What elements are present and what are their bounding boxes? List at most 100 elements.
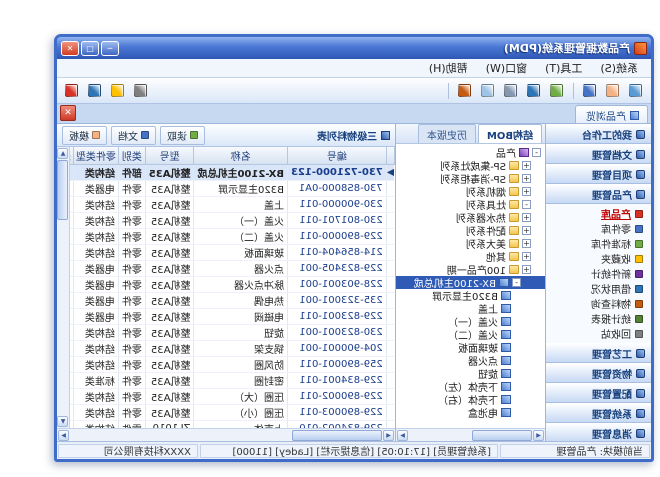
- list-button-1[interactable]: 文档: [111, 126, 156, 145]
- table-vscroll-thumb[interactable]: [58, 160, 69, 220]
- exit-button[interactable]: [62, 81, 82, 101]
- nav-group-4[interactable]: 工艺管理: [546, 343, 651, 363]
- help-button[interactable]: [85, 81, 105, 101]
- column-header-name[interactable]: 名称: [194, 147, 288, 164]
- tree-tab-0[interactable]: 结构BOM: [478, 124, 542, 143]
- table-row[interactable]: 204-900001-001锅支架整机A35零件结构类外购件个: [70, 340, 395, 356]
- expander-minus-icon[interactable]: -: [522, 200, 531, 209]
- print-button[interactable]: [501, 81, 521, 101]
- tree-node-7[interactable]: +美大系列: [396, 237, 545, 250]
- nav-item-3-8[interactable]: 回收站: [546, 326, 651, 341]
- nav-item-3-6[interactable]: 物料查询: [546, 296, 651, 311]
- scroll-left-icon[interactable]: ◀: [383, 430, 394, 441]
- expander-plus-icon[interactable]: +: [522, 265, 531, 274]
- table-row[interactable]: 730-8S8000-0A1B320主显示屏整机A35零件电器类外购件个: [70, 180, 395, 196]
- nav-group-1[interactable]: 文档管理: [546, 144, 651, 164]
- tree-tab-1[interactable]: 历史版本: [418, 124, 476, 143]
- new-button[interactable]: [626, 81, 646, 101]
- search-button[interactable]: [524, 81, 544, 101]
- table-row[interactable]: 229-890003-011压圈（小）整机A35零件结构类外购件个: [70, 404, 395, 420]
- expander-plus-icon[interactable]: +: [522, 252, 531, 261]
- table-row[interactable]: 230-823001-001旋钮整机A35零件结构类外购件个: [70, 324, 395, 340]
- tree-node-11[interactable]: B320主显示屏: [396, 289, 545, 302]
- table-vertical-scrollbar[interactable]: ▲ ▼: [57, 147, 70, 428]
- table-row[interactable]: 235-323001-001热电偶整机A35零件电器类外购件个: [70, 292, 395, 308]
- nav-item-3-7[interactable]: 统计报表: [546, 311, 651, 326]
- table-row[interactable]: 229-834001-011密封圈整机A35零件标准类外购件只: [70, 372, 395, 388]
- table-row[interactable]: 229-834002-010上壳体ZL1010零件结构类自制件个: [70, 420, 395, 428]
- cell-model: 整机A35: [145, 308, 194, 324]
- settings-button[interactable]: [131, 81, 151, 101]
- table-row[interactable]: 214-856404-011玻璃面板整机A35零件结构类外购件个: [70, 244, 395, 260]
- column-header-src[interactable]: 来源方式: [70, 147, 73, 164]
- menu-item-0[interactable]: 系统(S): [591, 59, 647, 77]
- table-row[interactable]: 259-890001-011防风圈整机A35零件结构类外购件个: [70, 356, 395, 372]
- table-row[interactable]: ▶730-721000-123BX-2100主机总成整机A35部件结构类自制件台: [70, 164, 395, 180]
- titlebar[interactable]: 产品数据管理系统(PDM) ─□✕: [57, 37, 651, 59]
- refresh-button[interactable]: [547, 81, 567, 101]
- nav-group-2[interactable]: 项目管理: [546, 164, 651, 184]
- list-button-2[interactable]: 模板: [62, 126, 107, 145]
- expander-plus-icon[interactable]: +: [522, 161, 531, 170]
- nav-items-3: 产品库零件库标准件库收藏夹新件统计借用状况物料查询统计报表回收站: [546, 204, 651, 343]
- column-header-ind[interactable]: [386, 147, 394, 164]
- nav-group-8[interactable]: 消息管理: [546, 423, 651, 441]
- maximize-button[interactable]: □: [81, 41, 99, 56]
- table-row[interactable]: 230-801701-011火盖（一）整机A35零件结构类外购件个: [70, 212, 395, 228]
- table-row[interactable]: 229-823001-011电磁阀整机A35零件电器类外购件个: [70, 308, 395, 324]
- nav-item-3-2[interactable]: 标准件库: [546, 236, 651, 251]
- table-row[interactable]: 230-900000-011上盖整机A35零件结构类外购件个: [70, 196, 395, 212]
- column-header-cat[interactable]: 类别: [118, 147, 145, 164]
- nav-group-5[interactable]: 物资管理: [546, 363, 651, 383]
- menu-item-2[interactable]: 窗口(W): [477, 59, 536, 77]
- nav-group-7[interactable]: 系统管理: [546, 403, 651, 423]
- nav-item-3-5[interactable]: 借用状况: [546, 281, 651, 296]
- menu-item-1[interactable]: 工具(T): [536, 59, 591, 77]
- expander-plus-icon[interactable]: +: [522, 174, 531, 183]
- lock-button[interactable]: [108, 81, 128, 101]
- close-button[interactable]: ✕: [61, 41, 79, 56]
- tree-node-16[interactable]: 点火器: [396, 354, 545, 367]
- expander-plus-icon[interactable]: +: [522, 213, 531, 222]
- nav-item-3-1[interactable]: 零件库: [546, 221, 651, 236]
- tree-horizontal-scrollbar[interactable]: ◀ ▶: [396, 428, 545, 441]
- nav-group-6[interactable]: 配置管理: [546, 383, 651, 403]
- expander-minus-icon[interactable]: -: [532, 148, 541, 157]
- list-button-0[interactable]: 读取: [160, 126, 205, 145]
- table-row[interactable]: 229-890002-011压圈（大）整机A35零件结构类外购件个: [70, 388, 395, 404]
- scroll-up-icon[interactable]: ▲: [58, 148, 69, 159]
- preview-button[interactable]: [478, 81, 498, 101]
- menu-item-3[interactable]: 帮助(H): [420, 59, 477, 77]
- column-header-code[interactable]: 编号: [288, 147, 387, 164]
- expander-plus-icon[interactable]: +: [522, 239, 531, 248]
- table-row[interactable]: 229-823405-001点火器整机A35零件电器类外购件个: [70, 260, 395, 276]
- export-button[interactable]: [455, 81, 475, 101]
- nav-group-3[interactable]: 产品管理: [546, 184, 651, 204]
- minimize-button[interactable]: ─: [101, 41, 119, 56]
- nav-item-3-0[interactable]: 产品库: [546, 206, 651, 221]
- nav-item-3-3[interactable]: 收藏夹: [546, 251, 651, 266]
- table-row[interactable]: 228-903001-001脉冲点火器整机A35零件电器类外购件个: [70, 276, 395, 292]
- expander-minus-icon[interactable]: -: [512, 278, 521, 287]
- nav-group-0[interactable]: 我的工作台: [546, 124, 651, 144]
- table-horizontal-scrollbar[interactable]: ◀ ▶: [57, 428, 395, 441]
- column-header-model[interactable]: 型号: [145, 147, 194, 164]
- column-header-ptype[interactable]: 零件类型: [73, 147, 118, 164]
- scroll-left-icon[interactable]: ◀: [533, 430, 544, 441]
- tab-product-browse[interactable]: 产品浏览: [575, 105, 648, 123]
- scroll-right-icon[interactable]: ▶: [397, 430, 408, 441]
- tab-close-button[interactable]: ✕: [60, 105, 76, 121]
- expander-plus-icon[interactable]: +: [522, 187, 531, 196]
- table-row[interactable]: 229-890000-011火盖（二）整机A35零件结构类外购件个: [70, 228, 395, 244]
- save-button[interactable]: [580, 81, 600, 101]
- open-button[interactable]: [603, 81, 623, 101]
- scroll-right-icon[interactable]: ▶: [58, 430, 69, 441]
- expander-plus-icon[interactable]: +: [522, 226, 531, 235]
- list-button-icon-2: [92, 131, 100, 139]
- scroll-down-icon[interactable]: ▼: [58, 416, 69, 427]
- table-hscroll-thumb[interactable]: [292, 430, 382, 441]
- tree-node-20[interactable]: 电池盒: [396, 406, 545, 419]
- cell-code: 204-900001-001: [288, 340, 387, 356]
- tree-scroll-thumb[interactable]: [472, 430, 532, 441]
- nav-item-3-4[interactable]: 新件统计: [546, 266, 651, 281]
